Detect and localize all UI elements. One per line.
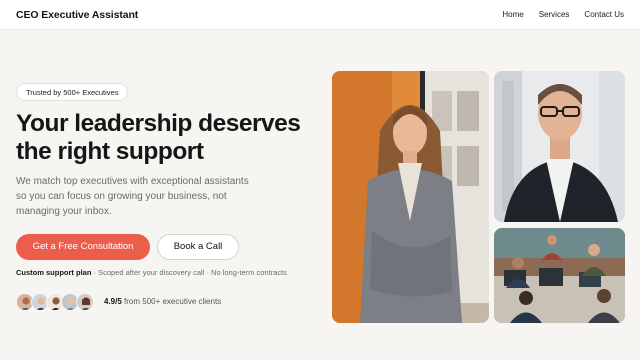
nav-link-home[interactable]: Home — [502, 10, 523, 19]
offer-details: Custom support plan · Scoped after your … — [16, 268, 287, 277]
offer-details-rest: · Scoped after your discovery call · No … — [91, 268, 287, 277]
brand-logo-text[interactable]: CEO Executive Assistant — [16, 9, 138, 21]
hero-subtext: We match top executives with exceptional… — [16, 176, 249, 217]
rating-summary: 4.9/5 from 500+ executive clients — [104, 297, 221, 306]
nav-links: Home Services Contact Us — [502, 10, 624, 19]
woman-executive-photo — [332, 71, 489, 323]
hero-headline: Your leadership deserves the right suppo… — [16, 110, 326, 166]
free-consultation-button[interactable]: Get a Free Consultation — [16, 234, 150, 260]
rating-value: 4.9/5 — [104, 297, 122, 306]
trust-badge: Trusted by 500+ Executives — [16, 83, 129, 101]
nav-link-contact[interactable]: Contact Us — [584, 10, 624, 19]
rating-text: from 500+ executive clients — [121, 297, 222, 306]
office-team-photo — [494, 228, 625, 323]
headline-line-1: Your leadership deserves — [16, 110, 301, 137]
avatar — [76, 293, 94, 311]
offer-details-strong: Custom support plan — [16, 268, 92, 277]
client-avatars — [16, 293, 96, 311]
top-navigation: CEO Executive Assistant Home Services Co… — [0, 0, 640, 30]
nav-link-services[interactable]: Services — [539, 10, 570, 19]
headline-line-2: the right support — [16, 138, 204, 165]
book-call-button[interactable]: Book a Call — [157, 234, 239, 260]
man-executive-photo — [494, 71, 625, 222]
